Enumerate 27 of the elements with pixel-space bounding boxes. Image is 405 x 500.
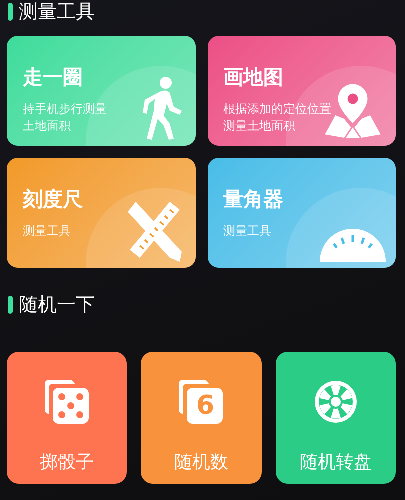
section-title: 随机一下 bbox=[19, 293, 95, 318]
protractor-icon bbox=[320, 226, 386, 262]
tile-label: 掷骰子 bbox=[40, 451, 94, 474]
card-subtitle: 持手机步行测量 bbox=[23, 101, 107, 118]
section-marker bbox=[8, 3, 13, 21]
wheel-icon bbox=[314, 380, 358, 424]
section-marker bbox=[8, 296, 13, 314]
card-subtitle: 根据添加的定位位置 bbox=[224, 101, 332, 118]
random-tool-tile[interactable]: 随机转盘 bbox=[276, 352, 396, 484]
random-tool-tile[interactable]: 掷骰子 bbox=[7, 352, 128, 484]
card-title: 刻度尺 bbox=[23, 186, 84, 213]
dice-icon bbox=[45, 380, 90, 424]
card-title: 走一圈 bbox=[23, 64, 84, 91]
section-title: 测量工具 bbox=[19, 0, 95, 25]
tool-card[interactable]: 量角器 测量工具 bbox=[208, 158, 396, 268]
card-title: 画地图 bbox=[224, 64, 284, 91]
tile-label: 随机数 bbox=[174, 451, 228, 474]
tool-card[interactable]: 画地图 根据添加的定位位置 测量土地面积 bbox=[208, 36, 396, 146]
tool-card[interactable]: 刻度尺 测量工具 bbox=[7, 158, 196, 268]
card-title: 量角器 bbox=[224, 186, 284, 213]
card-subtitle: 测量工具 bbox=[23, 223, 71, 240]
card-subtitle: 土地面积 bbox=[23, 118, 71, 135]
card-subtitle: 测量工具 bbox=[224, 223, 272, 240]
tile-label: 随机转盘 bbox=[300, 451, 372, 474]
random-tool-tile[interactable]: 6 随机数 bbox=[141, 352, 262, 484]
card-subtitle: 测量土地面积 bbox=[224, 118, 296, 135]
tool-card[interactable]: 走一圈 持手机步行测量 土地面积 bbox=[7, 36, 196, 146]
